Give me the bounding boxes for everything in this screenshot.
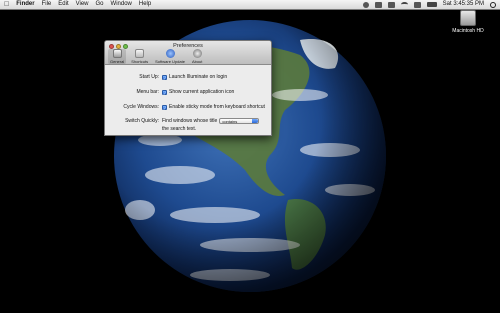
tab-general-label: General <box>110 59 125 64</box>
shortcuts-icon <box>135 49 145 58</box>
tab-shortcuts-label: Shortcuts <box>131 59 149 64</box>
sticky-mode-label[interactable]: Enable sticky mode from keyboard shortcu… <box>169 103 265 111</box>
tab-general[interactable]: General <box>108 49 127 64</box>
menu-clock[interactable]: Sat 3:45:35 PM <box>443 0 484 9</box>
macintosh-hd-desktop-icon[interactable]: Macintosh HD <box>452 10 484 34</box>
menubar-row: Menu bar: ✓ Show current application ico… <box>105 88 271 96</box>
find-windows-text: Find windows whose title <box>162 118 218 124</box>
hard-drive-icon[interactable] <box>460 10 476 26</box>
preferences-toolbar: General Shortcuts Software Update About <box>108 49 204 64</box>
launch-on-login-label[interactable]: Launch Illuminate on login <box>169 73 227 81</box>
apple-menu-icon[interactable]:  <box>4 0 9 9</box>
time-machine-icon[interactable] <box>374 1 382 8</box>
launch-on-login-checkbox[interactable]: ✓ <box>162 74 167 81</box>
title-match-value: contains <box>222 119 238 124</box>
preferences-window: Preferences General Shortcuts Software U… <box>104 40 272 136</box>
show-app-icon-checkbox[interactable]: ✓ <box>162 89 167 96</box>
cycle-windows-label: Cycle Windows: <box>123 104 159 110</box>
spotlight-search-icon[interactable] <box>490 1 496 8</box>
switch-quickly-label: Switch Quickly: <box>125 118 159 124</box>
about-icon <box>192 49 202 58</box>
menu-edit[interactable]: Edit <box>58 0 68 9</box>
menu-finder[interactable]: Finder <box>16 0 34 9</box>
menu-window[interactable]: Window <box>111 0 132 9</box>
tab-shortcuts[interactable]: Shortcuts <box>129 49 150 64</box>
battery-icon[interactable] <box>426 2 437 7</box>
show-app-icon-label[interactable]: Show current application icon <box>169 88 234 96</box>
sticky-mode-checkbox[interactable]: ✓ <box>162 104 167 111</box>
general-icon <box>112 49 122 58</box>
cycle-windows-row: Cycle Windows: ✓ Enable sticky mode from… <box>105 103 271 111</box>
tab-software-update-label: Software Update <box>155 59 185 64</box>
title-match-select[interactable]: contains <box>219 118 260 124</box>
tab-about-label: About <box>191 59 203 64</box>
menu-file[interactable]: File <box>42 0 52 9</box>
select-arrows-icon <box>252 119 259 123</box>
startup-label: Start Up: <box>139 74 159 80</box>
menu-view[interactable]: View <box>76 0 89 9</box>
switch-quickly-row: Switch Quickly: Find windows whose title… <box>105 117 271 132</box>
search-text-label: the search text. <box>162 126 197 132</box>
hd-label: Macintosh HD <box>452 28 484 34</box>
bluetooth-icon[interactable] <box>387 1 395 8</box>
volume-icon[interactable] <box>413 1 421 8</box>
window-titlebar[interactable]: Preferences General Shortcuts Software U… <box>105 41 271 65</box>
startup-row: Start Up: ✓ Launch Illuminate on login <box>105 73 271 81</box>
menubar-label: Menu bar: <box>136 89 159 95</box>
tab-about[interactable]: About <box>190 49 204 64</box>
tab-software-update[interactable]: Software Update <box>153 49 187 64</box>
illuminate-status-icon[interactable] <box>362 1 369 8</box>
menu-help[interactable]: Help <box>139 0 151 9</box>
menu-go[interactable]: Go <box>96 0 104 9</box>
software-update-icon <box>165 49 175 58</box>
menu-bar:  Finder File Edit View Go Window Help S… <box>0 0 500 10</box>
wifi-icon[interactable] <box>400 2 408 7</box>
